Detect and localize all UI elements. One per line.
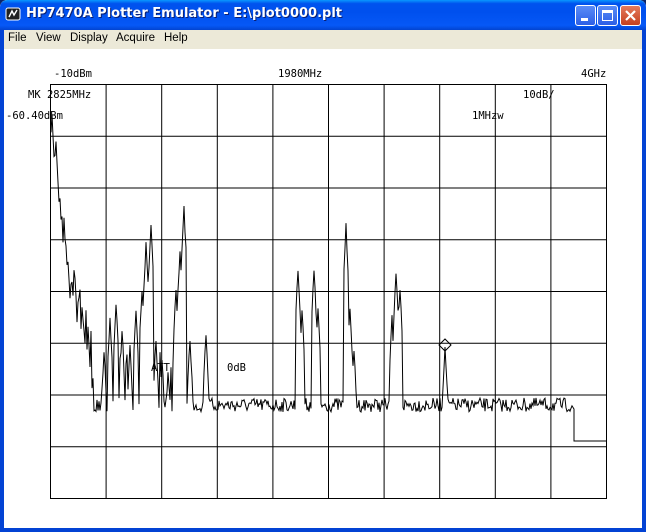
marker-freq-label: MK 2825MHz <box>28 89 91 101</box>
ref-level-label: -10dBm <box>54 68 92 80</box>
title-bar[interactable]: HP7470A Plotter Emulator - E:\plot0000.p… <box>0 0 646 30</box>
marker-level-label: -60.40dBm <box>6 110 63 122</box>
spectrum-plot: -10dBm 1980MHz 4GHz MK 2825MHz 10dB/ -60… <box>6 68 607 499</box>
plotter-icon <box>5 7 21 21</box>
menu-view[interactable]: View <box>36 32 61 44</box>
att-value-label: 0dB <box>227 362 246 374</box>
close-button[interactable] <box>620 5 641 26</box>
stop-freq-label: 4GHz <box>581 68 606 80</box>
rbw-label: 1MHzw <box>472 110 504 122</box>
menu-display[interactable]: Display <box>70 32 108 44</box>
menu-file[interactable]: File <box>8 32 27 44</box>
window-frame-left <box>0 30 4 532</box>
window-title: HP7470A Plotter Emulator - E:\plot0000.p… <box>26 6 343 21</box>
close-icon <box>625 10 636 21</box>
menu-bar: File View Display Acquire Help <box>0 30 646 49</box>
window-frame-bottom <box>0 528 646 532</box>
graticule <box>50 84 607 499</box>
minimize-button[interactable] <box>575 5 596 26</box>
center-freq-label: 1980MHz <box>278 68 322 80</box>
att-label: ATT <box>151 362 171 374</box>
menu-acquire[interactable]: Acquire <box>116 32 155 44</box>
plot-area[interactable]: -10dBm 1980MHz 4GHz MK 2825MHz 10dB/ -60… <box>4 49 642 528</box>
scale-label: 10dB/ <box>523 89 555 101</box>
minimize-icon <box>581 18 588 21</box>
maximize-icon <box>602 10 613 21</box>
maximize-button[interactable] <box>597 5 618 26</box>
app-window: HP7470A Plotter Emulator - E:\plot0000.p… <box>0 0 646 532</box>
menu-help[interactable]: Help <box>164 32 188 44</box>
window-frame-right <box>642 30 646 532</box>
